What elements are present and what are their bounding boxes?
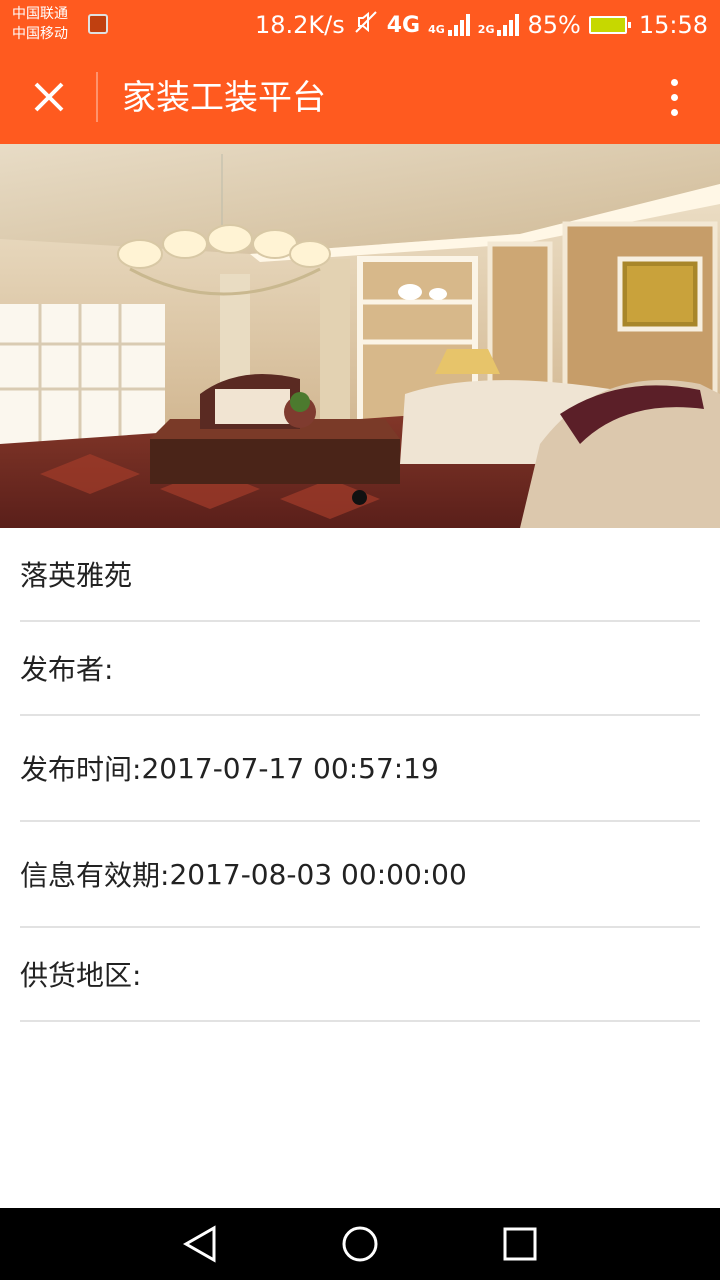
home-button[interactable] <box>340 1224 380 1264</box>
signal-icon-2: 2G <box>478 14 520 36</box>
more-button[interactable] <box>654 72 694 122</box>
recents-button[interactable] <box>500 1224 540 1264</box>
system-nav-bar <box>0 1208 720 1280</box>
info-list: 落英雅苑 发布者: 发布时间: 2017-07-17 00:57:19 信息有效… <box>20 528 700 1022</box>
carrier-1: 中国联通 <box>12 6 68 22</box>
publish-time-label: 发布时间: <box>20 753 142 786</box>
region-label: 供货地区: <box>20 959 142 992</box>
home-circle-icon <box>342 1226 378 1262</box>
mute-icon <box>353 9 379 41</box>
banner-image <box>0 144 720 528</box>
carousel-indicator[interactable] <box>352 490 367 505</box>
status-bar: 中国联通 中国移动 18.2K/s 4G 4G 2G 85% 15:58 <box>0 0 720 50</box>
net-4g-b: 4G <box>428 23 445 36</box>
more-vertical-icon <box>670 78 678 86</box>
page-title: 家装工装平台 <box>122 78 326 118</box>
net-speed: 18.2K/s <box>254 11 345 39</box>
title-bar: 家装工装平台 <box>0 50 720 144</box>
more-dot <box>670 93 678 101</box>
info-row-publish-time: 发布时间: 2017-07-17 00:57:19 <box>20 716 700 822</box>
carrier-info: 中国联通 中国移动 <box>12 4 68 44</box>
signal-icon-1: 4G <box>428 14 470 36</box>
recents-square-icon <box>503 1227 537 1261</box>
banner-carousel[interactable] <box>0 144 720 528</box>
publish-time-value: 2017-07-17 00:57:19 <box>141 751 439 785</box>
image-icon <box>88 14 108 34</box>
battery-percent: 85% <box>527 11 581 39</box>
back-triangle-icon <box>182 1225 216 1263</box>
validity-label: 信息有效期: <box>20 859 170 892</box>
close-icon <box>34 82 64 112</box>
back-button[interactable] <box>180 1224 220 1264</box>
close-button[interactable] <box>26 72 72 122</box>
info-row-region: 供货地区: <box>20 928 700 1022</box>
validity-value: 2017-08-03 00:00:00 <box>169 857 467 891</box>
clock: 15:58 <box>638 11 708 39</box>
project-name: 落英雅苑 <box>20 559 133 592</box>
carrier-2: 中国移动 <box>12 26 68 42</box>
more-dot <box>670 108 678 116</box>
battery-icon <box>588 16 631 34</box>
net-2g: 2G <box>477 23 495 36</box>
info-row-publisher: 发布者: <box>20 622 700 716</box>
title-divider <box>96 72 98 122</box>
net-4g-a: 4G <box>386 12 421 38</box>
status-indicators: 18.2K/s 4G 4G 2G 85% 15:58 <box>255 8 708 42</box>
info-row-validity: 信息有效期: 2017-08-03 00:00:00 <box>20 822 700 928</box>
publisher-label: 发布者: <box>20 653 114 686</box>
info-row-name: 落英雅苑 <box>20 528 700 622</box>
